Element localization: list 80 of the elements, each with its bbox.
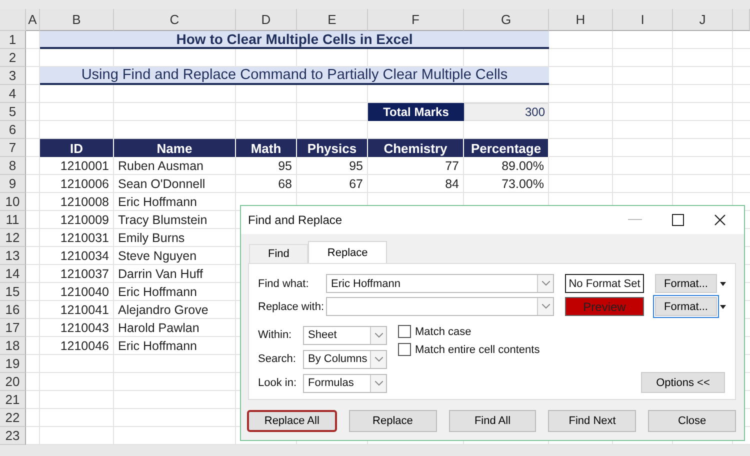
close-icon[interactable]	[714, 214, 726, 226]
column-header[interactable]: J	[673, 9, 733, 31]
replace-with-field[interactable]	[326, 297, 554, 316]
option-label: Within:	[258, 329, 293, 341]
caret-icon[interactable]	[720, 304, 726, 308]
format-button[interactable]: Format...	[655, 297, 717, 316]
checkbox-label: Match entire cell contents	[415, 344, 540, 356]
caret-icon[interactable]	[720, 282, 726, 286]
row-header[interactable]: 8	[0, 157, 26, 175]
option-label: Look in:	[258, 377, 298, 389]
minimize-icon[interactable]	[628, 219, 642, 221]
sheet-subtitle: Using Find and Replace Command to Partially Clear Multiple Cells	[40, 67, 549, 85]
row-header[interactable]: 5	[0, 103, 26, 121]
dialog-tab[interactable]: Replace	[308, 241, 387, 263]
column-header[interactable]: A	[26, 9, 40, 31]
option-dropdown[interactable]: Sheet	[303, 326, 387, 344]
row-header[interactable]: 18	[0, 337, 26, 355]
row-header[interactable]: 13	[0, 247, 26, 265]
table-header-cell: ID	[40, 139, 114, 157]
row-header[interactable]: 19	[0, 355, 26, 373]
table-header-cell: Physics	[297, 139, 368, 157]
column-header[interactable]: I	[613, 9, 673, 31]
row-header[interactable]: 2	[0, 49, 26, 67]
chevron-down-icon[interactable]	[374, 380, 382, 386]
option-dropdown[interactable]: By Columns	[303, 350, 387, 368]
dialog-button[interactable]: Find Next	[548, 410, 636, 432]
maximize-icon[interactable]	[672, 214, 684, 226]
chevron-down-icon[interactable]	[374, 356, 382, 362]
replace-with-label: Replace with:	[258, 300, 326, 312]
total-marks-value: 300	[464, 103, 549, 121]
column-header[interactable]: G	[464, 9, 549, 31]
option-label: Search:	[258, 353, 297, 365]
row-header[interactable]: 12	[0, 229, 26, 247]
options-button[interactable]: Options <<	[641, 372, 725, 393]
row-header[interactable]: 4	[0, 85, 26, 103]
row-header[interactable]: 14	[0, 265, 26, 283]
total-marks-label: Total Marks	[368, 103, 464, 121]
row-header[interactable]: 17	[0, 319, 26, 337]
row-header[interactable]: 9	[0, 175, 26, 193]
row-header[interactable]: 15	[0, 283, 26, 301]
table-header-cell: Chemistry	[368, 139, 464, 157]
column-header[interactable]: D	[236, 9, 297, 31]
column-header[interactable]: C	[114, 9, 236, 31]
dialog-button[interactable]: Close	[648, 410, 736, 432]
option-dropdown[interactable]: Formulas	[303, 374, 387, 392]
row-header[interactable]: 16	[0, 301, 26, 319]
checkbox-label: Match case	[415, 326, 472, 338]
row-header[interactable]: 10	[0, 193, 26, 211]
column-header[interactable]: H	[549, 9, 613, 31]
chevron-down-icon[interactable]	[374, 332, 382, 338]
row-header[interactable]: 20	[0, 373, 26, 391]
find-what-label: Find what:	[258, 278, 310, 290]
format-button[interactable]: Format...	[655, 274, 717, 293]
row-header[interactable]: 6	[0, 121, 26, 139]
row-header[interactable]: 22	[0, 409, 26, 427]
row-header[interactable]: 7	[0, 139, 26, 157]
column-header[interactable]: E	[297, 9, 368, 31]
table-header-cell: Name	[114, 139, 236, 157]
format-preview: No Format Set	[565, 274, 644, 293]
dialog-button[interactable]: Replace	[348, 410, 437, 432]
row-header[interactable]: 11	[0, 211, 26, 229]
dialog-title: Find and Replace	[248, 213, 342, 227]
chevron-down-icon[interactable]	[542, 281, 550, 286]
chevron-down-icon[interactable]	[542, 304, 550, 309]
row-header[interactable]: 21	[0, 391, 26, 409]
dialog-tab[interactable]: Find	[249, 244, 308, 263]
row-header[interactable]: 23	[0, 427, 26, 445]
column-header[interactable]: B	[40, 9, 114, 31]
sheet-title: How to Clear Multiple Cells in Excel	[40, 31, 549, 49]
dialog-button[interactable]: Replace All	[247, 410, 337, 432]
row-header[interactable]: 3	[0, 67, 26, 85]
table-header-cell: Math	[236, 139, 297, 157]
table-header-cell: Percentage	[464, 139, 549, 157]
dialog-button[interactable]: Find All	[448, 410, 536, 432]
format-preview: Preview	[565, 297, 644, 316]
find-what-field[interactable]: Eric Hoffmann	[326, 274, 554, 293]
row-header[interactable]: 1	[0, 31, 26, 49]
checkbox[interactable]	[398, 325, 411, 338]
column-header[interactable]: F	[368, 9, 464, 31]
checkbox[interactable]	[398, 343, 411, 356]
